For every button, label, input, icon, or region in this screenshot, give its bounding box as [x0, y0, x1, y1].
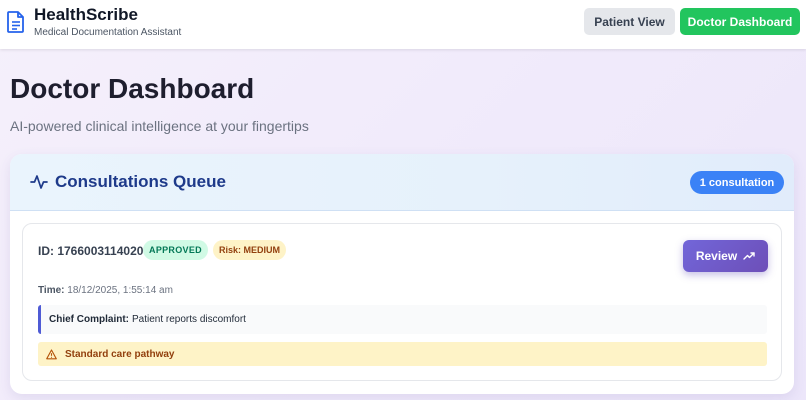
patient-view-button[interactable]: Patient View: [584, 8, 675, 35]
consultations-queue-card: Consultations Queue 1 consultation ID: 1…: [10, 154, 794, 394]
consultation-count-badge: 1 consultation: [690, 171, 784, 194]
time-label: Time:: [38, 285, 65, 296]
consultation-id: ID: 1766003114020: [38, 244, 144, 258]
page-title: Doctor Dashboard: [10, 73, 255, 104]
document-icon: [7, 11, 24, 33]
queue-title: Consultations Queue: [55, 172, 226, 191]
top-navbar: HealthScribe Medical Documentation Assis…: [0, 0, 806, 49]
doctor-dashboard-button[interactable]: Doctor Dashboard: [680, 8, 800, 35]
chief-complaint-value: Patient reports discomfort: [132, 314, 246, 325]
page-subtitle: AI-powered clinical intelligence at your…: [10, 118, 309, 134]
queue-header: Consultations Queue 1 consultation: [10, 154, 794, 211]
time-value: 18/12/2025, 1:55:14 am: [67, 285, 173, 296]
activity-pulse-icon: [30, 175, 48, 189]
risk-badge: Risk: MEDIUM: [213, 240, 286, 260]
care-pathway-alert: Standard care pathway: [38, 342, 767, 366]
review-button[interactable]: Review: [683, 240, 768, 272]
care-pathway-text: Standard care pathway: [65, 348, 175, 360]
chief-complaint-label: Chief Complaint:: [49, 314, 129, 325]
consultation-item: ID: 1766003114020 APPROVED Risk: MEDIUM …: [22, 223, 782, 381]
app-tagline: Medical Documentation Assistant: [34, 27, 182, 38]
warning-triangle-icon: [46, 348, 57, 359]
review-button-label: Review: [695, 249, 738, 263]
consultation-time: Time: 18/12/2025, 1:55:14 am: [38, 285, 173, 296]
chief-complaint-box: Chief Complaint: Patient reports discomf…: [38, 305, 767, 334]
trending-up-icon: [743, 252, 755, 260]
app-name: HealthScribe: [34, 5, 138, 24]
status-badge: APPROVED: [143, 240, 208, 260]
